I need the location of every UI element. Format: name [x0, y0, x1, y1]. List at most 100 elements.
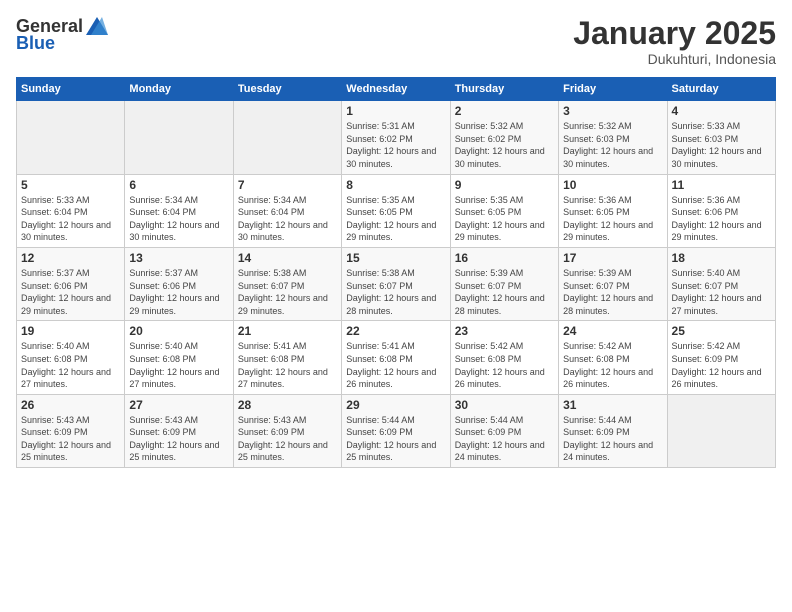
day-number: 3 — [563, 104, 662, 118]
table-row: 20Sunrise: 5:40 AMSunset: 6:08 PMDayligh… — [125, 321, 233, 394]
sunrise-text: Sunrise: 5:34 AM — [129, 194, 228, 207]
daylight-text: Daylight: 12 hours and 27 minutes. — [129, 366, 228, 391]
sunrise-text: Sunrise: 5:35 AM — [455, 194, 554, 207]
daylight-text: Daylight: 12 hours and 30 minutes. — [672, 145, 771, 170]
daylight-text: Daylight: 12 hours and 27 minutes. — [238, 366, 337, 391]
sunset-text: Sunset: 6:09 PM — [21, 426, 120, 439]
day-number: 25 — [672, 324, 771, 338]
sunset-text: Sunset: 6:09 PM — [346, 426, 445, 439]
table-row: 22Sunrise: 5:41 AMSunset: 6:08 PMDayligh… — [342, 321, 450, 394]
sunrise-text: Sunrise: 5:40 AM — [672, 267, 771, 280]
day-info: Sunrise: 5:37 AMSunset: 6:06 PMDaylight:… — [21, 267, 120, 317]
day-number: 17 — [563, 251, 662, 265]
day-info: Sunrise: 5:32 AMSunset: 6:02 PMDaylight:… — [455, 120, 554, 170]
daylight-text: Daylight: 12 hours and 28 minutes. — [455, 292, 554, 317]
day-number: 12 — [21, 251, 120, 265]
sunset-text: Sunset: 6:07 PM — [238, 280, 337, 293]
day-info: Sunrise: 5:39 AMSunset: 6:07 PMDaylight:… — [455, 267, 554, 317]
day-number: 8 — [346, 178, 445, 192]
sunrise-text: Sunrise: 5:41 AM — [238, 340, 337, 353]
daylight-text: Daylight: 12 hours and 29 minutes. — [21, 292, 120, 317]
sunset-text: Sunset: 6:04 PM — [21, 206, 120, 219]
sunset-text: Sunset: 6:03 PM — [672, 133, 771, 146]
table-row: 21Sunrise: 5:41 AMSunset: 6:08 PMDayligh… — [233, 321, 341, 394]
day-info: Sunrise: 5:38 AMSunset: 6:07 PMDaylight:… — [346, 267, 445, 317]
table-row: 27 Sunrise: 5:43 AMSunset: 6:09 PMDayligh… — [125, 394, 233, 467]
table-row: 16Sunrise: 5:39 AMSunset: 6:07 PMDayligh… — [450, 247, 558, 320]
daylight-text: Daylight: 12 hours and 30 minutes. — [238, 219, 337, 244]
header-sunday: Sunday — [17, 78, 125, 101]
day-number: 15 — [346, 251, 445, 265]
day-info: Sunrise: 5:42 AMSunset: 6:08 PMDaylight:… — [563, 340, 662, 390]
day-info: Sunrise: 5:43 AMSunset: 6:09 PMDaylight:… — [21, 414, 120, 464]
day-info: Sunrise: 5:43 AMSunset: 6:09 PMDaylight:… — [129, 414, 228, 464]
day-number: 28 — [238, 398, 337, 412]
day-number: 10 — [563, 178, 662, 192]
calendar-week-row: 1Sunrise: 5:31 AMSunset: 6:02 PMDaylight… — [17, 101, 776, 174]
day-info: Sunrise: 5:31 AMSunset: 6:02 PMDaylight:… — [346, 120, 445, 170]
day-info: Sunrise: 5:40 AMSunset: 6:08 PMDaylight:… — [21, 340, 120, 390]
day-info: Sunrise: 5:42 AMSunset: 6:09 PMDaylight:… — [672, 340, 771, 390]
sunset-text: Sunset: 6:07 PM — [346, 280, 445, 293]
sunrise-text: Sunrise: 5:32 AM — [455, 120, 554, 133]
day-info: Sunrise: 5:42 AMSunset: 6:08 PMDaylight:… — [455, 340, 554, 390]
daylight-text: Daylight: 12 hours and 28 minutes. — [563, 292, 662, 317]
table-row: 11Sunrise: 5:36 AMSunset: 6:06 PMDayligh… — [667, 174, 775, 247]
day-number: 18 — [672, 251, 771, 265]
day-info: Sunrise: 5:44 AMSunset: 6:09 PMDaylight:… — [563, 414, 662, 464]
calendar-table: Sunday Monday Tuesday Wednesday Thursday… — [16, 77, 776, 468]
daylight-text: Daylight: 12 hours and 30 minutes. — [129, 219, 228, 244]
daylight-text: Daylight: 12 hours and 29 minutes. — [129, 292, 228, 317]
table-row: 10Sunrise: 5:36 AMSunset: 6:05 PMDayligh… — [559, 174, 667, 247]
day-info: Sunrise: 5:34 AMSunset: 6:04 PMDaylight:… — [238, 194, 337, 244]
calendar-week-row: 12 Sunrise: 5:37 AMSunset: 6:06 PMDayligh… — [17, 247, 776, 320]
logo-icon — [86, 17, 108, 35]
table-row: 19Sunrise: 5:40 AMSunset: 6:08 PMDayligh… — [17, 321, 125, 394]
sunrise-text: Sunrise: 5:39 AM — [455, 267, 554, 280]
sunrise-text: Sunrise: 5:40 AM — [129, 340, 228, 353]
day-number: 30 — [455, 398, 554, 412]
daylight-text: Daylight: 12 hours and 28 minutes. — [346, 292, 445, 317]
calendar-week-row: 19Sunrise: 5:40 AMSunset: 6:08 PMDayligh… — [17, 321, 776, 394]
sunset-text: Sunset: 6:08 PM — [455, 353, 554, 366]
daylight-text: Daylight: 12 hours and 29 minutes. — [672, 219, 771, 244]
sunrise-text: Sunrise: 5:32 AM — [563, 120, 662, 133]
daylight-text: Daylight: 12 hours and 29 minutes. — [238, 292, 337, 317]
sunrise-text: Sunrise: 5:44 AM — [346, 414, 445, 427]
sunrise-text: Sunrise: 5:33 AM — [672, 120, 771, 133]
day-info: Sunrise: 5:35 AMSunset: 6:05 PMDaylight:… — [346, 194, 445, 244]
daylight-text: Daylight: 12 hours and 26 minutes. — [563, 366, 662, 391]
sunset-text: Sunset: 6:02 PM — [346, 133, 445, 146]
day-info: Sunrise: 5:37 AMSunset: 6:06 PMDaylight:… — [129, 267, 228, 317]
day-info: Sunrise: 5:38 AMSunset: 6:07 PMDaylight:… — [238, 267, 337, 317]
table-row: 25 Sunrise: 5:42 AMSunset: 6:09 PMDayligh… — [667, 321, 775, 394]
daylight-text: Daylight: 12 hours and 24 minutes. — [563, 439, 662, 464]
sunrise-text: Sunrise: 5:44 AM — [563, 414, 662, 427]
logo: General Blue — [16, 16, 108, 54]
table-row: 1Sunrise: 5:31 AMSunset: 6:02 PMDaylight… — [342, 101, 450, 174]
table-row — [125, 101, 233, 174]
calendar-subtitle: Dukuhturi, Indonesia — [573, 51, 776, 67]
table-row: 13Sunrise: 5:37 AMSunset: 6:06 PMDayligh… — [125, 247, 233, 320]
day-number: 11 — [672, 178, 771, 192]
sunset-text: Sunset: 6:07 PM — [672, 280, 771, 293]
sunrise-text: Sunrise: 5:42 AM — [563, 340, 662, 353]
day-info: Sunrise: 5:41 AMSunset: 6:08 PMDaylight:… — [346, 340, 445, 390]
calendar-page: General Blue January 2025 Dukuhturi, Ind… — [0, 0, 792, 612]
table-row: 26Sunrise: 5:43 AMSunset: 6:09 PMDayligh… — [17, 394, 125, 467]
sunset-text: Sunset: 6:04 PM — [238, 206, 337, 219]
sunset-text: Sunset: 6:05 PM — [346, 206, 445, 219]
sunrise-text: Sunrise: 5:31 AM — [346, 120, 445, 133]
day-info: Sunrise: 5:32 AMSunset: 6:03 PMDaylight:… — [563, 120, 662, 170]
sunset-text: Sunset: 6:09 PM — [455, 426, 554, 439]
sunrise-text: Sunrise: 5:42 AM — [455, 340, 554, 353]
day-number: 27 — [129, 398, 228, 412]
sunset-text: Sunset: 6:03 PM — [563, 133, 662, 146]
day-number: 23 — [455, 324, 554, 338]
table-row: 7 Sunrise: 5:34 AMSunset: 6:04 PMDaylight… — [233, 174, 341, 247]
table-row: 30Sunrise: 5:44 AMSunset: 6:09 PMDayligh… — [450, 394, 558, 467]
daylight-text: Daylight: 12 hours and 27 minutes. — [21, 366, 120, 391]
sunrise-text: Sunrise: 5:38 AM — [238, 267, 337, 280]
title-block: January 2025 Dukuhturi, Indonesia — [573, 16, 776, 67]
day-number: 7 — [238, 178, 337, 192]
